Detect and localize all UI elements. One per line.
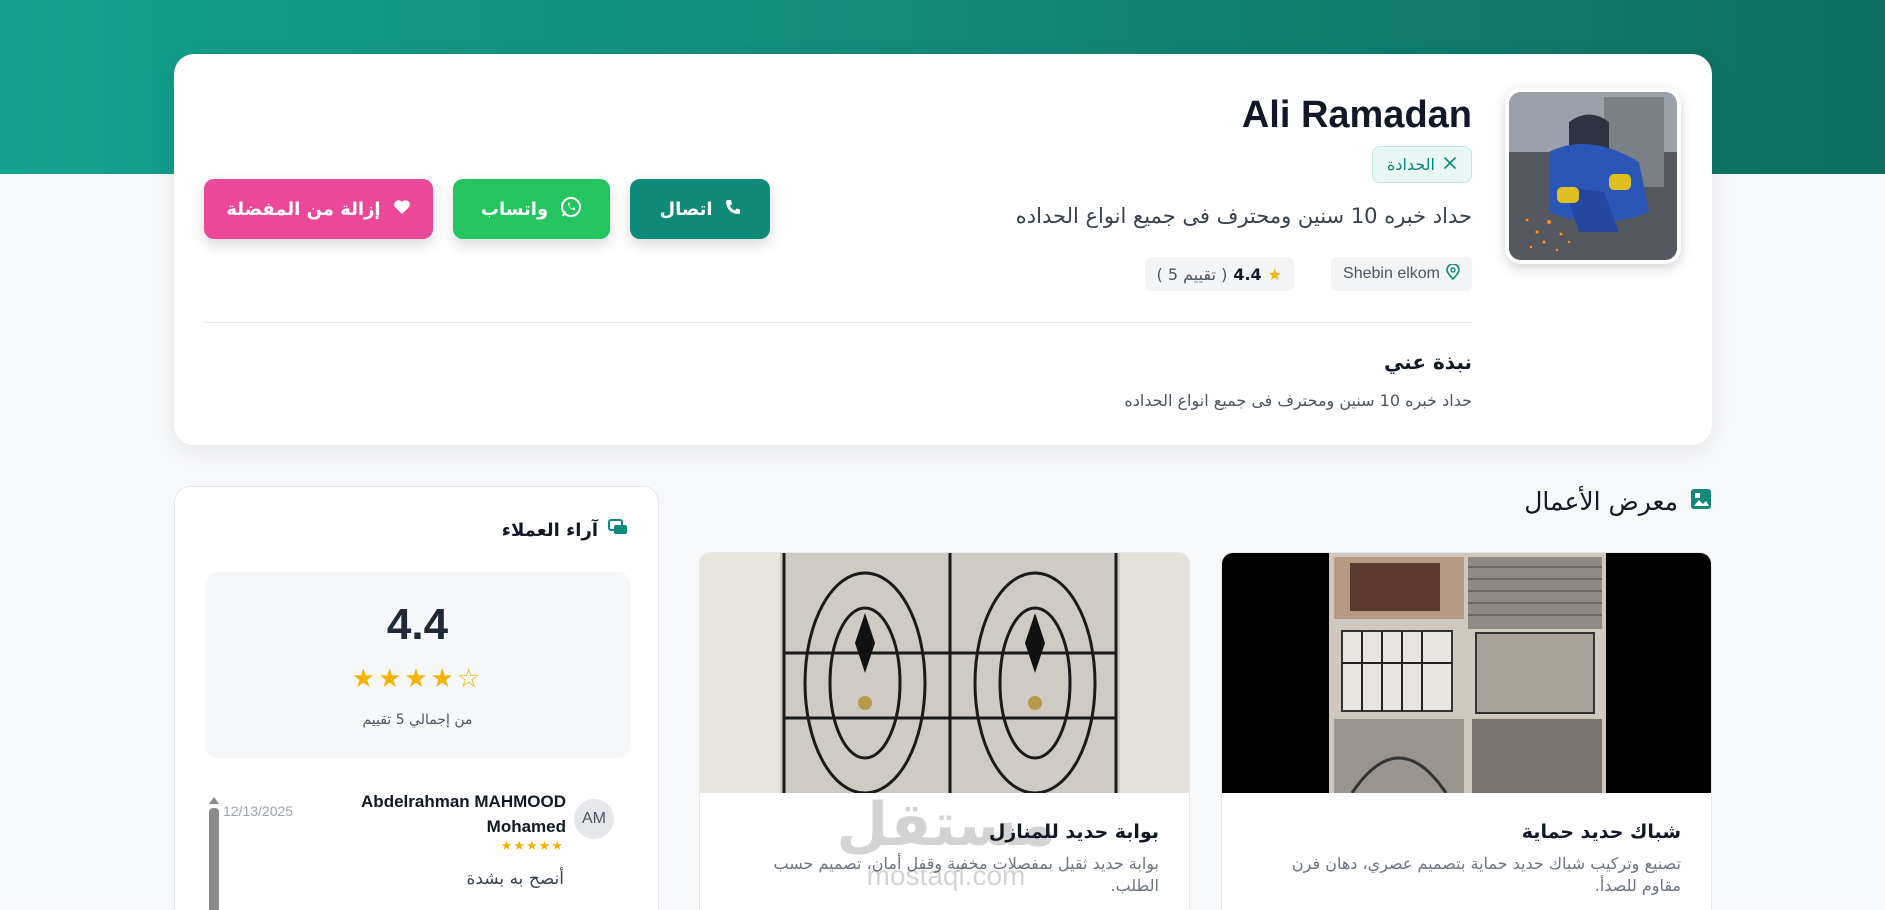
- review-stars: ★★★★★: [500, 839, 564, 854]
- reviews-title: آراء العملاء: [501, 520, 598, 541]
- review-date: 12/13/2025: [223, 803, 294, 819]
- about-title: نبذة عني: [1383, 350, 1472, 374]
- about-text: حداد خبره 10 سنين ومحترف فى جميع انواع ا…: [1124, 391, 1472, 410]
- remove-favorite-button[interactable]: إزالة من المفضلة: [204, 179, 433, 239]
- portfolio-item[interactable]: بوابة حديد للمنازل بوابة حديد ثقيل بمفصل…: [699, 552, 1190, 910]
- profile-card: Ali Ramadan الحدادة حداد خبره 10 سنين وم…: [174, 54, 1712, 445]
- portfolio-item[interactable]: شباك حديد حماية تصنيع وتركيب شباك حديد ح…: [1221, 552, 1712, 910]
- profile-name: Ali Ramadan: [1241, 94, 1472, 136]
- star-icon: ★: [1267, 264, 1282, 284]
- iron-gate-photo: [700, 553, 1189, 793]
- scroll-up-icon[interactable]: [209, 797, 219, 804]
- whatsapp-icon: [560, 196, 582, 223]
- phone-icon: [725, 199, 741, 220]
- rating-value: 4.4: [1233, 264, 1262, 284]
- whatsapp-label: واتساب: [480, 198, 549, 220]
- reviews-heading: آراء العملاء: [502, 519, 628, 542]
- portfolio-item-description: تصنيع وتركيب شباك حديد حماية بتصميم عصري…: [1291, 854, 1681, 896]
- location-text: Shebin elkom: [1343, 265, 1440, 282]
- call-label: اتصال: [659, 198, 713, 220]
- profile-photo: [1505, 88, 1681, 264]
- portfolio-item-title: شباك حديد حماية: [1521, 821, 1681, 843]
- rating-chip: ( 5 تقييم ) 4.4 ★: [1144, 257, 1294, 291]
- portfolio-heading: معرض الأعمال: [1524, 487, 1712, 516]
- portfolio-item-title: بوابة حديد للمنازل: [988, 821, 1159, 843]
- profile-headline: حداد خبره 10 سنين ومحترف فى جميع انواع ا…: [1015, 204, 1472, 228]
- reviews-card: آراء العملاء 4.4 ★★★★☆ من إجمالي 5 تقييم…: [174, 486, 659, 910]
- tools-icon: [1443, 155, 1457, 174]
- portfolio-item-description: بوابة حديد ثقيل بمفصلات مخفية وقفل أمان،…: [773, 854, 1159, 896]
- location-chip: Shebin elkom: [1331, 257, 1472, 291]
- review-item: 12/13/2025 AM Abdelrahman MAHMOOD Mohame…: [205, 787, 630, 910]
- craft-badge: الحدادة: [1372, 146, 1472, 183]
- review-text: أنصح به بشدة: [466, 869, 564, 889]
- average-stars: ★★★★☆: [351, 664, 484, 694]
- window-grille-photo: [1222, 553, 1711, 793]
- portfolio-title: معرض الأعمال: [1524, 487, 1678, 516]
- favorite-label: إزالة من المفضلة: [226, 198, 381, 220]
- reviewer-avatar: AM: [574, 799, 614, 839]
- map-pin-icon: [1446, 262, 1460, 285]
- scroll-thumb[interactable]: [209, 808, 219, 910]
- comments-icon: [608, 519, 628, 542]
- heart-icon: [393, 199, 411, 220]
- rating-count: ( 5 تقييم ): [1156, 264, 1228, 284]
- total-reviews: من إجمالي 5 تقييم: [362, 712, 473, 728]
- rating-summary: 4.4 ★★★★☆ من إجمالي 5 تقييم: [205, 572, 630, 758]
- reviewer-name: Abdelrahman MAHMOOD Mohamed: [361, 792, 566, 836]
- whatsapp-button[interactable]: واتساب: [453, 179, 610, 239]
- divider: [204, 322, 1472, 323]
- average-rating: 4.4: [386, 600, 449, 649]
- gallery-icon: [1690, 487, 1712, 516]
- craft-label: الحدادة: [1387, 155, 1435, 174]
- review-scrollbar[interactable]: [209, 797, 219, 910]
- call-button[interactable]: اتصال: [630, 179, 770, 239]
